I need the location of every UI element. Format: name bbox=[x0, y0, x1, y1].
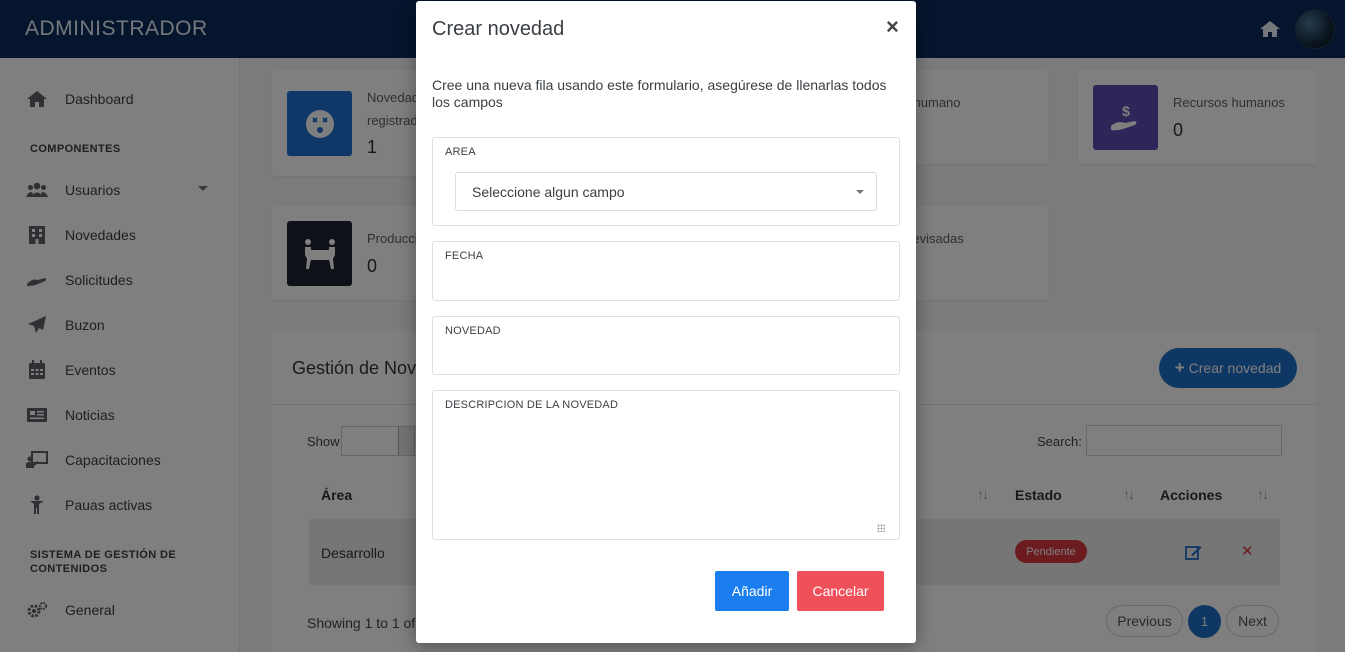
field-label-area: AREA bbox=[445, 146, 476, 158]
chevron-down-icon bbox=[856, 190, 864, 194]
add-button[interactable]: Añadir bbox=[715, 571, 789, 611]
cancel-button[interactable]: Cancelar bbox=[797, 571, 884, 611]
novedad-input[interactable] bbox=[445, 345, 885, 367]
resize-handle-icon[interactable] bbox=[877, 524, 885, 532]
modal-title: Crear novedad bbox=[432, 18, 565, 40]
fecha-input[interactable] bbox=[445, 270, 885, 292]
close-icon[interactable]: × bbox=[886, 16, 899, 38]
area-field-group: AREA Seleccione algun campo bbox=[432, 137, 900, 226]
field-label-fecha: FECHA bbox=[445, 250, 484, 262]
field-label-descripcion: DESCRIPCION DE LA NOVEDAD bbox=[445, 399, 619, 411]
novedad-field-group: NOVEDAD bbox=[432, 316, 900, 375]
area-select[interactable]: Seleccione algun campo bbox=[455, 172, 877, 211]
field-label-novedad: NOVEDAD bbox=[445, 325, 501, 337]
create-novedad-modal: Crear novedad × Cree una nueva fila usan… bbox=[416, 1, 916, 643]
fecha-field-group: FECHA bbox=[432, 241, 900, 301]
area-select-value: Seleccione algun campo bbox=[472, 183, 625, 200]
descripcion-textarea[interactable] bbox=[445, 421, 885, 531]
descripcion-field-group: DESCRIPCION DE LA NOVEDAD bbox=[432, 390, 900, 540]
modal-description: Cree una nueva fila usando este formular… bbox=[432, 77, 887, 110]
